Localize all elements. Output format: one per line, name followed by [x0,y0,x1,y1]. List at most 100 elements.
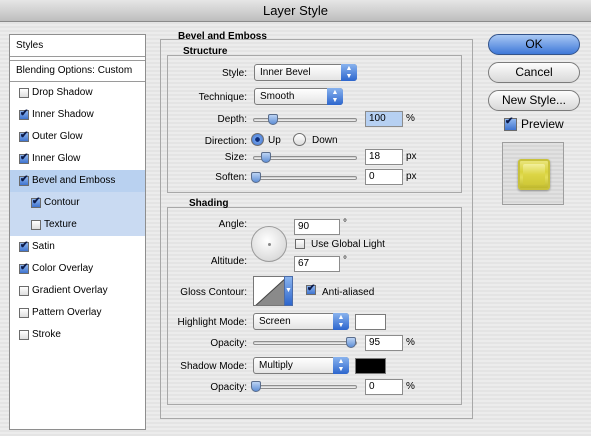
cancel-button[interactable]: Cancel [488,62,580,83]
sidebar-item-checkbox[interactable] [19,88,29,98]
soften-slider[interactable] [251,172,357,183]
sidebar-item-checkbox[interactable] [19,308,29,318]
depth-input[interactable]: 100 [365,111,403,127]
highlight-color-swatch[interactable] [355,314,386,330]
sidebar-item-checkbox[interactable] [31,198,41,208]
shadow-opacity-input[interactable]: 0 [365,379,403,395]
style-preview-swatch [518,159,550,190]
sidebar-item-checkbox[interactable] [19,264,29,274]
styles-header[interactable]: Styles [10,35,145,57]
updown-arrows-icon: ▲ ▼ [341,64,357,81]
gloss-contour-label: Gloss Contour: [180,287,247,298]
sidebar-item-gradient-overlay[interactable]: Gradient Overlay [10,280,145,302]
angle-unit: ° [343,218,347,229]
sidebar-item-checkbox[interactable] [31,220,41,230]
shading-title: Shading [189,198,229,209]
layer-style-dialog: Layer Style Styles Blending Options: Cus… [0,0,591,436]
bevel-emboss-title: Bevel and Emboss [178,31,267,42]
shadow-mode-value: Multiply [259,360,293,371]
shadow-opacity-slider[interactable] [251,381,357,392]
new-style-button[interactable]: New Style... [488,90,580,111]
angle-dial[interactable] [251,226,287,262]
preview-label: Preview [521,117,564,131]
style-preview-box [502,142,564,205]
sidebar-item-checkbox[interactable] [19,330,29,340]
updown-arrows-icon: ▲ ▼ [333,313,349,330]
gloss-contour-dropdown-arrow-icon[interactable]: ▼ [284,276,293,306]
sidebar-item-inner-shadow[interactable]: Inner Shadow [10,104,145,126]
blending-options-header[interactable]: Blending Options: Custom [10,60,145,82]
depth-unit: % [406,113,415,124]
technique-select-value: Smooth [260,91,295,102]
sidebar-item-bevel-and-emboss[interactable]: Bevel and Emboss [10,170,145,192]
soften-label: Soften: [215,172,247,183]
highlight-mode-value: Screen [259,316,291,327]
soften-input[interactable]: 0 [365,169,403,185]
size-input[interactable]: 18 [365,149,403,165]
sidebar-item-inner-glow[interactable]: Inner Glow [10,148,145,170]
sidebar-item-color-overlay[interactable]: Color Overlay [10,258,145,280]
technique-select[interactable]: Smooth ▲ ▼ [254,88,343,105]
shading-group [167,207,462,405]
gloss-contour-picker[interactable] [253,276,286,306]
sidebar-item-label: Pattern Overlay [32,307,102,318]
sidebar-item-checkbox[interactable] [19,176,29,186]
highlight-mode-select[interactable]: Screen ▲ ▼ [253,313,349,330]
altitude-input[interactable]: 67 [294,256,340,272]
depth-label: Depth: [217,114,247,125]
sidebar-item-texture[interactable]: Texture [10,214,145,236]
highlight-opacity-slider[interactable] [253,337,357,348]
depth-slider-thumb[interactable] [268,114,278,125]
sidebar-item-label: Outer Glow [32,131,83,142]
sidebar-item-label: Satin [32,241,55,252]
updown-arrows-icon: ▲ ▼ [327,88,343,105]
style-label: Style: [221,68,247,79]
highlight-opacity-unit: % [406,337,415,348]
style-select-value: Inner Bevel [260,67,311,78]
preview-checkbox[interactable] [504,118,517,131]
angle-input[interactable]: 90 [294,219,340,235]
anti-aliased-label: Anti-aliased [322,287,375,298]
sidebar-item-stroke[interactable]: Stroke [10,324,145,346]
shadow-opacity-label: Opacity: [210,382,247,393]
sidebar-item-checkbox[interactable] [19,110,29,120]
sidebar-item-checkbox[interactable] [19,154,29,164]
highlight-opacity-label: Opacity: [210,338,247,349]
anti-aliased-checkbox[interactable] [306,285,316,295]
highlight-opacity-slider-thumb[interactable] [346,337,356,348]
altitude-unit: ° [343,255,347,266]
shadow-opacity-slider-thumb[interactable] [251,381,261,392]
ok-button[interactable]: OK [488,34,580,55]
angle-label: Angle: [218,219,247,230]
contour-curve-icon [255,278,285,305]
sidebar-item-checkbox[interactable] [19,286,29,296]
shadow-color-swatch[interactable] [355,358,386,374]
direction-label: Direction: [204,136,247,147]
highlight-mode-label: Highlight Mode: [177,317,247,328]
direction-down-label: Down [312,135,338,146]
size-slider[interactable] [253,152,357,163]
sidebar-item-label: Inner Glow [32,153,81,164]
direction-up-radio[interactable] [251,133,264,146]
sidebar-item-label: Color Overlay [32,263,94,274]
sidebar-item-label: Texture [44,219,77,230]
direction-down-radio[interactable] [293,133,306,146]
depth-slider[interactable] [253,114,357,125]
size-slider-thumb[interactable] [261,152,271,163]
sidebar-item-drop-shadow[interactable]: Drop Shadow [10,82,145,104]
highlight-opacity-input[interactable]: 95 [365,335,403,351]
style-select[interactable]: Inner Bevel ▲ ▼ [254,64,357,81]
sidebar-item-checkbox[interactable] [19,132,29,142]
size-unit: px [406,151,417,162]
sidebar-item-contour[interactable]: Contour [10,192,145,214]
sidebar-item-pattern-overlay[interactable]: Pattern Overlay [10,302,145,324]
sidebar-item-label: Drop Shadow [32,87,93,98]
use-global-light-label: Use Global Light [311,239,385,250]
soften-slider-thumb[interactable] [251,172,261,183]
shadow-mode-select[interactable]: Multiply ▲ ▼ [253,357,349,374]
sidebar-item-satin[interactable]: Satin [10,236,145,258]
use-global-light-checkbox[interactable] [295,239,305,249]
sidebar-item-outer-glow[interactable]: Outer Glow [10,126,145,148]
sidebar-item-checkbox[interactable] [19,242,29,252]
technique-label: Technique: [198,92,247,103]
